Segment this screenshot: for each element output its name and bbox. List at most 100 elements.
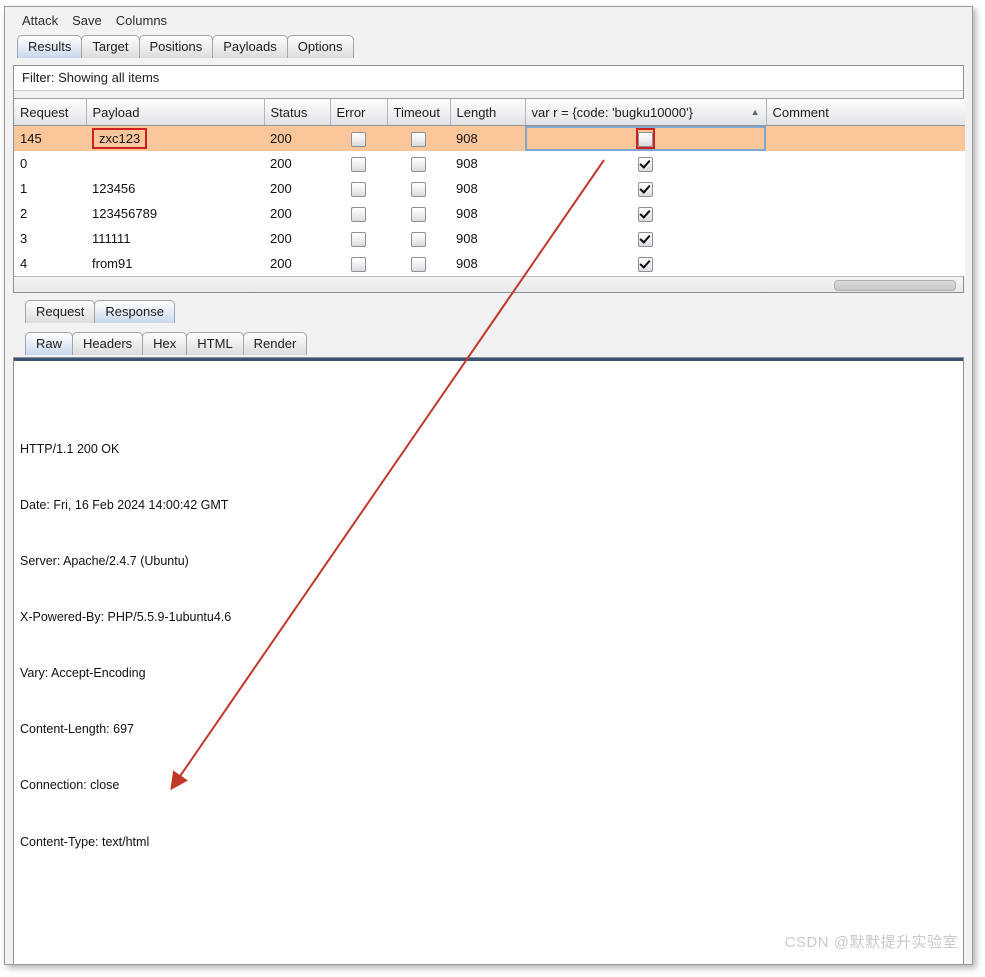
cell-error [330,125,387,151]
cell-comment[interactable] [766,125,965,151]
column-header-status[interactable]: Status [264,99,331,126]
error-checkbox[interactable] [351,231,366,247]
cell-timeout [387,201,450,226]
cell-payload: from91 [86,251,264,276]
menu-item-columns[interactable]: Columns [109,11,174,30]
table-row[interactable]: 2 123456789 200 908 [14,201,965,226]
grep-highlight-box [636,128,655,149]
column-header-comment[interactable]: Comment [766,99,965,126]
tab-render[interactable]: Render [242,332,308,355]
tab-results[interactable]: Results [17,35,83,58]
response-header-line: Server: Apache/2.4.7 (Ubuntu) [20,554,189,569]
cell-request: 2 [14,201,86,226]
response-viewer[interactable]: HTTP/1.1 200 OK Date: Fri, 16 Feb 2024 1… [13,357,964,964]
column-header-grep-match[interactable]: var r = {code: 'bugku10000'} ▲ [525,99,767,126]
cell-payload: 111111 [86,226,264,251]
grep-match-checkbox[interactable] [638,156,653,172]
cell-error [330,201,387,226]
menu-item-save[interactable]: Save [65,11,109,30]
error-checkbox[interactable] [351,206,366,222]
tab-positions[interactable]: Positions [138,35,214,58]
column-header-timeout[interactable]: Timeout [387,99,451,126]
tab-raw[interactable]: Raw [25,332,74,355]
response-raw-text: HTTP/1.1 200 OK Date: Fri, 16 Feb 2024 1… [14,361,963,964]
error-checkbox[interactable] [351,131,366,147]
cell-timeout [387,251,450,276]
cell-comment[interactable] [766,151,965,176]
response-header-line: Date: Fri, 16 Feb 2024 14:00:42 GMT [20,497,229,512]
cell-timeout [387,151,450,176]
table-row[interactable]: 145 zxc123 200 908 [14,125,965,151]
cell-length: 908 [450,201,525,226]
payload-highlight-box: zxc123 [92,128,148,149]
results-table: Request Payload Status Error Timeout Len… [14,99,965,276]
column-header-payload[interactable]: Payload [86,99,265,126]
cell-comment[interactable] [766,251,965,276]
menu-bar: Attack Save Columns [5,7,972,34]
column-header-error[interactable]: Error [330,99,388,126]
burp-intruder-attack-window: Attack Save Columns Results Target Posit… [4,6,973,965]
tab-options[interactable]: Options [286,35,354,58]
cell-length: 908 [450,176,525,201]
cell-request: 1 [14,176,86,201]
cell-comment[interactable] [766,176,965,201]
column-header-grep-label: var r = {code: 'bugku10000'} [531,104,693,120]
results-table-body: 145 zxc123 200 908 0 200 908 1 123456 20… [14,125,965,276]
grep-match-checkbox[interactable] [638,231,653,247]
cell-timeout [387,226,450,251]
results-panel: Filter: Showing all items Request Payloa… [13,65,965,293]
cell-comment[interactable] [766,226,965,251]
tab-payloads[interactable]: Payloads [212,35,288,58]
tab-request[interactable]: Request [25,300,96,323]
sort-ascending-icon[interactable]: ▲ [751,107,760,117]
tab-target[interactable]: Target [81,35,140,58]
table-row[interactable]: 3 111111 200 908 [14,226,965,251]
cell-grep-match [525,251,766,276]
error-checkbox[interactable] [351,181,366,197]
cell-grep-match [525,201,766,226]
response-header-line: X-Powered-By: PHP/5.5.9-1ubuntu4.6 [20,610,232,625]
filter-bar[interactable]: Filter: Showing all items [14,66,963,91]
cell-comment[interactable] [766,201,965,226]
column-header-length[interactable]: Length [450,99,526,126]
cell-status: 200 [264,251,330,276]
timeout-checkbox[interactable] [411,256,426,272]
menu-item-attack[interactable]: Attack [15,11,65,30]
results-horizontal-scrollbar[interactable] [14,276,963,292]
grep-match-checkbox[interactable] [638,131,653,147]
response-header-line: Content-Type: text/html [20,834,150,849]
main-tab-strip: Results Target Positions Payloads Option… [5,34,972,58]
cell-status: 200 [264,176,330,201]
timeout-checkbox[interactable] [411,231,426,247]
timeout-checkbox[interactable] [411,156,426,172]
results-table-wrap: Request Payload Status Error Timeout Len… [14,99,965,276]
timeout-checkbox[interactable] [411,181,426,197]
cell-grep-match [525,226,766,251]
timeout-checkbox[interactable] [411,206,426,222]
filter-gap [14,91,963,99]
timeout-checkbox[interactable] [411,131,426,147]
grep-match-checkbox[interactable] [638,206,653,222]
scrollbar-thumb[interactable] [834,280,956,291]
column-header-request[interactable]: Request [14,99,87,126]
message-tab-strip: Request Response [5,299,972,323]
cell-payload: zxc123 [86,125,264,151]
tab-headers[interactable]: Headers [72,332,144,355]
grep-match-checkbox[interactable] [638,256,653,272]
grep-match-checkbox[interactable] [638,181,653,197]
cell-timeout [387,125,450,151]
table-row[interactable]: 0 200 908 [14,151,965,176]
tab-hex[interactable]: Hex [142,332,188,355]
tab-response[interactable]: Response [94,300,175,323]
cell-grep-match [525,176,766,201]
cell-grep-match [525,125,766,151]
tab-html[interactable]: HTML [186,332,244,355]
cell-payload: 123456 [86,176,264,201]
response-header-line: Connection: close [20,778,120,793]
cell-length: 908 [450,125,525,151]
table-row[interactable]: 1 123456 200 908 [14,176,965,201]
cell-length: 908 [450,251,525,276]
error-checkbox[interactable] [351,256,366,272]
error-checkbox[interactable] [351,156,366,172]
table-row[interactable]: 4 from91 200 908 [14,251,965,276]
